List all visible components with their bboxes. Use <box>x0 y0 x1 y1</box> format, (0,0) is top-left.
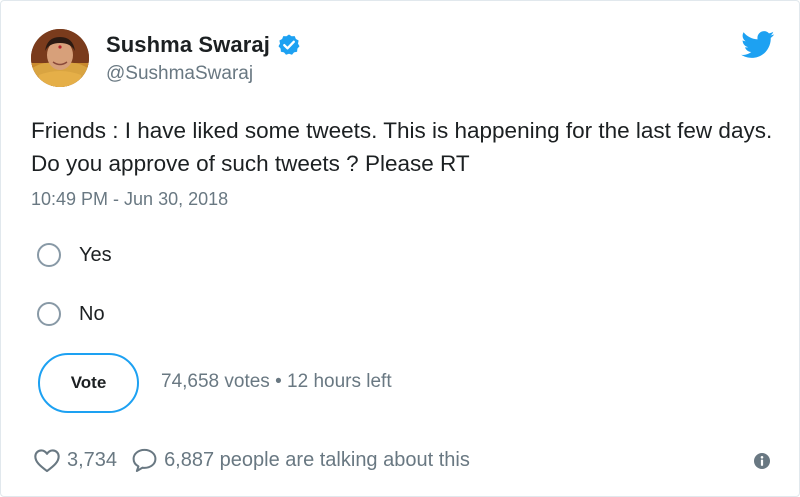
poll-time-left: 12 hours left <box>287 371 392 392</box>
avatar[interactable] <box>31 29 89 87</box>
poll-option-yes[interactable]: Yes <box>37 243 112 267</box>
tweet-actions: 3,734 6,887 people are talking about thi… <box>33 447 470 473</box>
tweet-card: Sushma Swaraj @SushmaSwaraj Friends : I … <box>0 0 800 497</box>
poll-option-label: No <box>79 302 105 325</box>
heart-icon[interactable] <box>33 447 61 473</box>
twitter-bird-icon[interactable] <box>741 31 775 59</box>
verified-badge-icon <box>277 33 301 57</box>
radio-button[interactable] <box>37 243 61 267</box>
reply-action[interactable]: 6,887 people are talking about this <box>131 447 470 473</box>
vote-button[interactable]: Vote <box>38 353 139 413</box>
poll-votes-count: 74,658 votes <box>161 371 270 392</box>
display-name[interactable]: Sushma Swaraj <box>106 32 270 58</box>
reply-count-text: 6,887 people are talking about this <box>164 448 470 471</box>
radio-button[interactable] <box>37 302 61 326</box>
poll-meta: 74,658 votes • 12 hours left <box>161 371 392 393</box>
author-name-row[interactable]: Sushma Swaraj <box>106 32 301 58</box>
info-icon[interactable] <box>753 452 771 470</box>
user-handle[interactable]: @SushmaSwaraj <box>106 63 253 85</box>
speech-bubble-icon[interactable] <box>131 447 158 473</box>
tweet-text: Friends : I have liked some tweets. This… <box>31 118 773 176</box>
poll-option-no[interactable]: No <box>37 302 105 326</box>
like-action[interactable]: 3,734 <box>33 447 117 473</box>
poll-separator: • <box>269 371 288 392</box>
like-count: 3,734 <box>67 448 118 471</box>
poll-option-label: Yes <box>79 243 112 266</box>
tweet-timestamp[interactable]: 10:49 PM - Jun 30, 2018 <box>31 189 228 210</box>
